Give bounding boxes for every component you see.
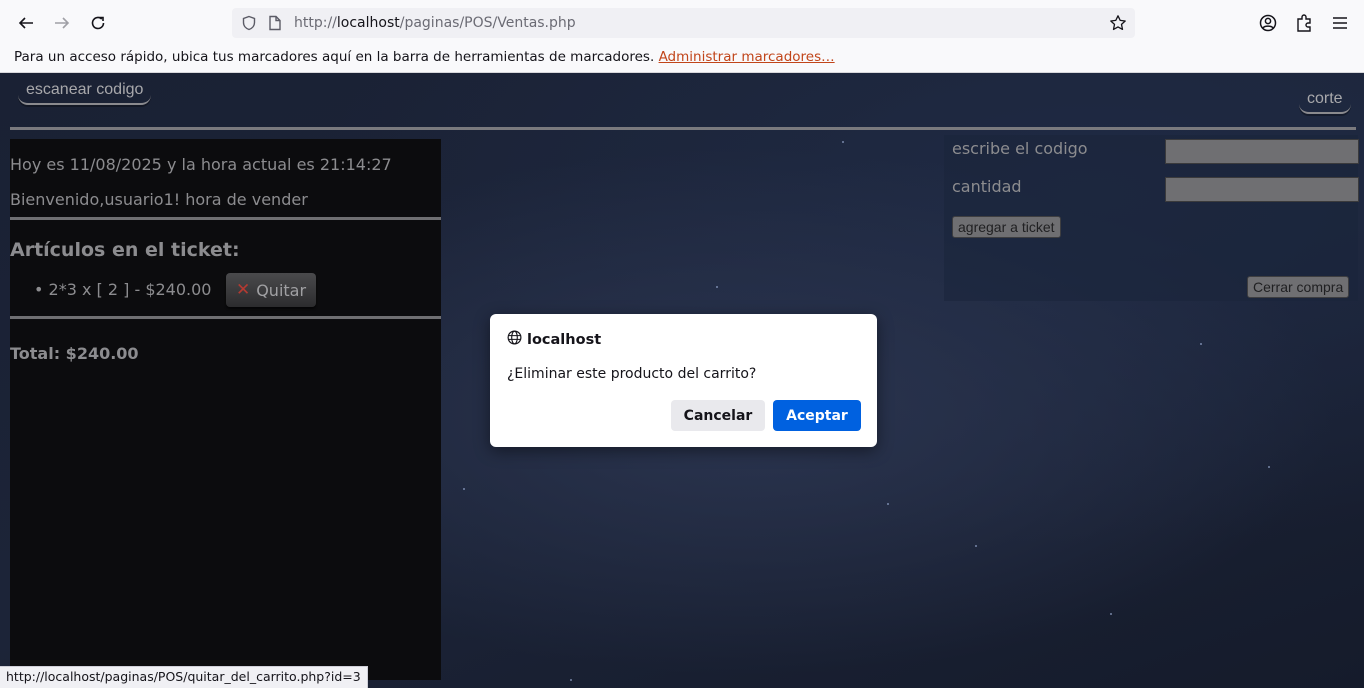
scan-code-button[interactable]: escanear codigo	[18, 79, 152, 105]
dialog-title: localhost	[507, 330, 601, 349]
shield-icon[interactable]	[241, 8, 257, 38]
corte-button[interactable]: corte	[1299, 88, 1351, 114]
code-label: escribe el codigo	[952, 139, 1088, 158]
url-bar[interactable]: http://localhost/paginas/POS/Ventas.php	[232, 8, 1135, 38]
ticket-item-text: 2*3 x [ 2 ] - $240.00	[48, 280, 212, 299]
code-input[interactable]	[1165, 139, 1359, 164]
browser-toolbar: http://localhost/paginas/POS/Ventas.php	[0, 0, 1364, 46]
accept-button[interactable]: Aceptar	[773, 400, 861, 431]
quantity-label: cantidad	[952, 177, 1022, 196]
cross-mark-icon: ✕	[235, 280, 251, 300]
star-dot	[716, 286, 718, 288]
add-to-ticket-button[interactable]: agregar a ticket	[952, 216, 1061, 238]
bookmarks-bar: Para un acceso rápido, ubica tus marcado…	[0, 46, 1364, 73]
extensions-icon[interactable]	[1292, 11, 1316, 35]
url-path: /paginas/POS/Ventas.php	[399, 15, 576, 31]
globe-icon	[507, 330, 522, 349]
star-dot	[842, 141, 844, 143]
remove-item-label: Quitar	[256, 280, 307, 300]
header-divider	[10, 127, 1356, 130]
url-host: localhost	[336, 15, 400, 31]
forward-icon[interactable]	[50, 11, 74, 35]
star-dot	[570, 679, 572, 681]
manage-bookmarks-link[interactable]: Administrar marcadores…	[659, 49, 835, 65]
reload-icon[interactable]	[86, 11, 110, 35]
star-dot	[463, 488, 465, 490]
star-dot	[887, 503, 889, 505]
confirm-dialog: localhost ¿Eliminar este producto del ca…	[490, 314, 877, 447]
panel-divider	[10, 316, 441, 319]
back-icon[interactable]	[14, 11, 38, 35]
star-dot	[1268, 466, 1270, 468]
bookmarks-message: Para un acceso rápido, ubica tus marcado…	[14, 49, 835, 65]
url-scheme: http://	[294, 15, 337, 31]
star-dot	[975, 545, 977, 547]
bookmark-star-icon[interactable]	[1109, 8, 1127, 38]
welcome-line: Bienvenido,usuario1! hora de vender	[10, 190, 308, 209]
page-info-icon[interactable]	[268, 8, 282, 38]
ticket-title: Artículos en el ticket:	[10, 239, 240, 261]
bookmarks-message-text: Para un acceso rápido, ubica tus marcado…	[14, 49, 655, 65]
account-icon[interactable]	[1256, 11, 1280, 35]
star-dot	[1110, 613, 1112, 615]
close-sale-button[interactable]: Cerrar compra	[1247, 276, 1350, 298]
cancel-button[interactable]: Cancelar	[671, 400, 765, 431]
ticket-panel: Hoy es 11/08/2025 y la hora actual es 21…	[10, 139, 441, 680]
ticket-total: Total: $240.00	[10, 344, 139, 363]
star-dot	[1200, 343, 1202, 345]
quantity-input[interactable]	[1165, 177, 1359, 202]
link-status-bar: http://localhost/paginas/POS/quitar_del_…	[0, 666, 368, 688]
panel-divider	[10, 217, 441, 220]
date-time-line: Hoy es 11/08/2025 y la hora actual es 21…	[10, 155, 392, 174]
dialog-title-text: localhost	[527, 331, 602, 348]
dialog-message: ¿Eliminar este producto del carrito?	[507, 366, 757, 382]
menu-icon[interactable]	[1328, 11, 1352, 35]
remove-item-button[interactable]: ✕ Quitar	[226, 273, 316, 307]
url-text[interactable]: http://localhost/paginas/POS/Ventas.php	[294, 8, 576, 38]
ticket-item: • 2*3 x [ 2 ] - $240.00	[34, 280, 212, 299]
